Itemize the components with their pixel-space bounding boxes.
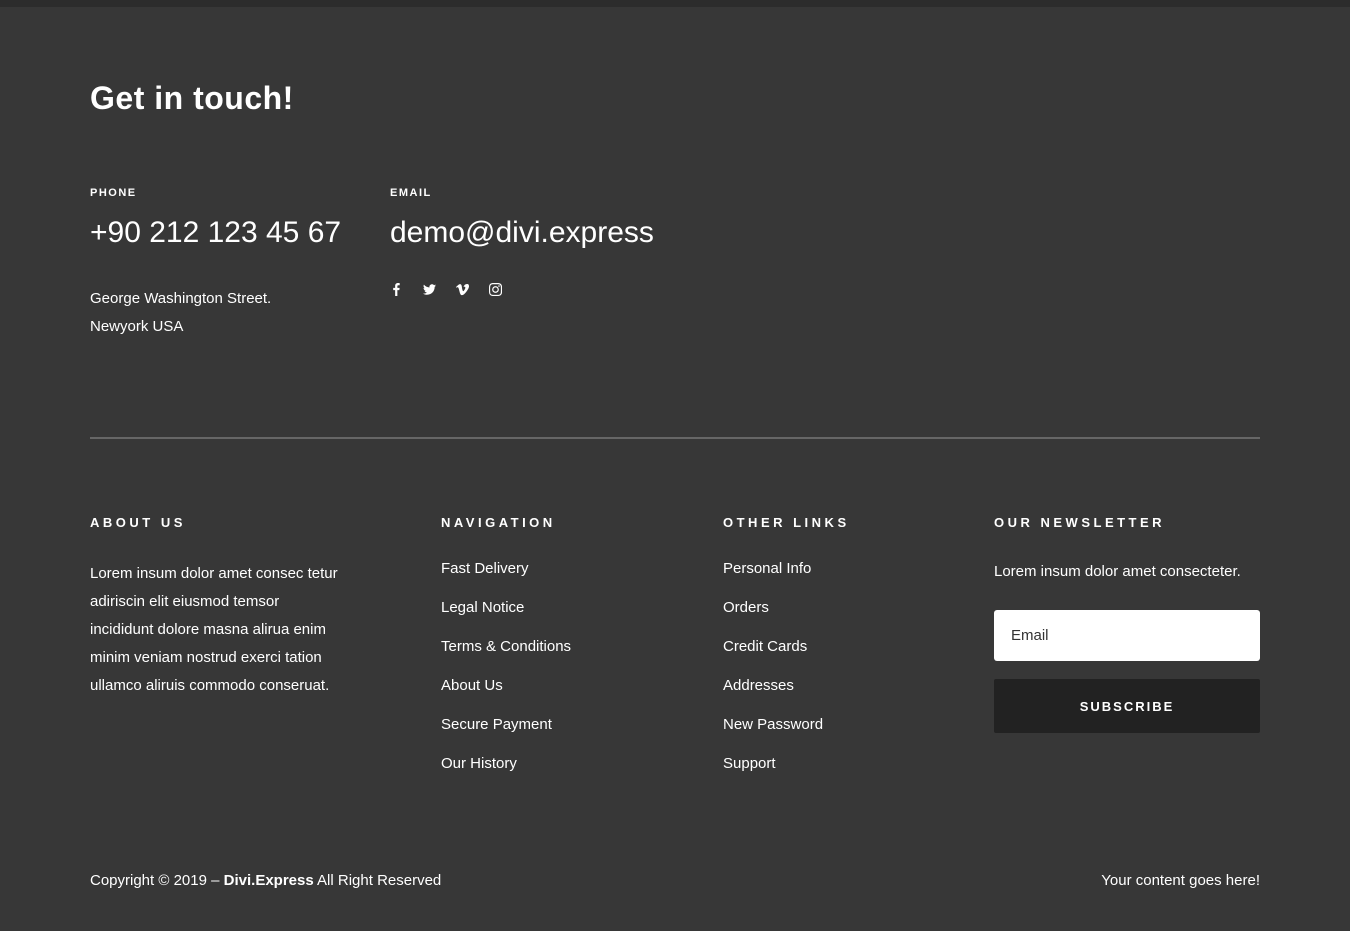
list-item: Our History [441, 755, 693, 773]
footer-widgets-section: ABOUT US Lorem insum dolor amet consec t… [90, 439, 1260, 931]
widget-about: ABOUT US Lorem insum dolor amet consec t… [90, 515, 411, 794]
nav-link-terms-conditions[interactable]: Terms & Conditions [441, 638, 571, 655]
newsletter-title: OUR NEWSLETTER [994, 515, 1166, 530]
about-us-title: ABOUT US [90, 515, 186, 530]
email-block: EMAIL demo@divi.express [390, 187, 660, 341]
list-item: Support [723, 755, 964, 773]
phone-block: PHONE +90 212 123 45 67 George Washingto… [90, 187, 360, 341]
navigation-title: NAVIGATION [441, 515, 556, 530]
list-item: Secure Payment [441, 716, 693, 734]
email-address-link[interactable]: demo@divi.express [390, 215, 654, 251]
list-item: Personal Info [723, 560, 964, 578]
list-item: New Password [723, 716, 964, 734]
copyright-prefix: Copyright © 2019 – [90, 872, 224, 889]
top-section-edge [0, 0, 1350, 7]
other-link-addresses[interactable]: Addresses [723, 677, 794, 694]
brand-link[interactable]: Divi.Express [224, 872, 314, 889]
subscribe-button[interactable]: SUBSCRIBE [994, 679, 1260, 733]
contact-grid-spacer-2 [990, 187, 1260, 341]
navigation-links: Fast Delivery Legal Notice Terms & Condi… [441, 560, 693, 773]
other-link-personal-info[interactable]: Personal Info [723, 560, 811, 577]
phone-number-link[interactable]: +90 212 123 45 67 [90, 215, 341, 251]
footer-right-text: Your content goes here! [1101, 872, 1260, 889]
twitter-icon[interactable] [423, 283, 436, 296]
list-item: Legal Notice [441, 599, 693, 617]
other-link-credit-cards[interactable]: Credit Cards [723, 638, 807, 655]
contact-section: Get in touch! PHONE +90 212 123 45 67 Ge… [90, 0, 1260, 439]
copyright-suffix: All Right Reserved [313, 872, 442, 889]
page-title: Get in touch! [90, 80, 294, 116]
email-label: EMAIL [390, 187, 432, 199]
address-block: George Washington Street. Newyork USA [90, 285, 360, 341]
newsletter-email-input[interactable] [994, 610, 1260, 661]
social-icons-row [390, 283, 660, 296]
contact-grid-spacer-1 [690, 187, 960, 341]
nav-link-fast-delivery[interactable]: Fast Delivery [441, 560, 529, 577]
other-links-title: OTHER LINKS [723, 515, 850, 530]
widget-navigation: NAVIGATION Fast Delivery Legal Notice Te… [441, 515, 693, 794]
list-item: Orders [723, 599, 964, 617]
list-item: About Us [441, 677, 693, 695]
facebook-icon[interactable] [390, 283, 403, 296]
widget-newsletter: OUR NEWSLETTER Lorem insum dolor amet co… [994, 515, 1260, 794]
list-item: Terms & Conditions [441, 638, 693, 656]
newsletter-text: Lorem insum dolor amet consecteter. [994, 563, 1241, 580]
list-item: Credit Cards [723, 638, 964, 656]
footer-bottom-bar: Copyright © 2019 – Divi.Express All Righ… [90, 872, 1260, 931]
about-us-text: Lorem insum dolor amet consec tetur adir… [90, 565, 338, 694]
instagram-icon[interactable] [489, 283, 502, 296]
other-link-new-password[interactable]: New Password [723, 716, 823, 733]
address-line-1: George Washington Street. [90, 290, 272, 307]
nav-link-secure-payment[interactable]: Secure Payment [441, 716, 552, 733]
list-item: Addresses [723, 677, 964, 695]
list-item: Fast Delivery [441, 560, 693, 578]
other-links: Personal Info Orders Credit Cards Addres… [723, 560, 964, 773]
phone-label: PHONE [90, 187, 137, 199]
address-line-2: Newyork USA [90, 318, 184, 335]
other-link-orders[interactable]: Orders [723, 599, 769, 616]
contact-grid: PHONE +90 212 123 45 67 George Washingto… [90, 187, 1260, 341]
widget-other-links: OTHER LINKS Personal Info Orders Credit … [723, 515, 964, 794]
nav-link-about-us[interactable]: About Us [441, 677, 503, 694]
copyright-text: Copyright © 2019 – Divi.Express All Righ… [90, 872, 441, 889]
nav-link-our-history[interactable]: Our History [441, 755, 517, 772]
nav-link-legal-notice[interactable]: Legal Notice [441, 599, 524, 616]
vimeo-icon[interactable] [456, 283, 469, 296]
other-link-support[interactable]: Support [723, 755, 776, 772]
